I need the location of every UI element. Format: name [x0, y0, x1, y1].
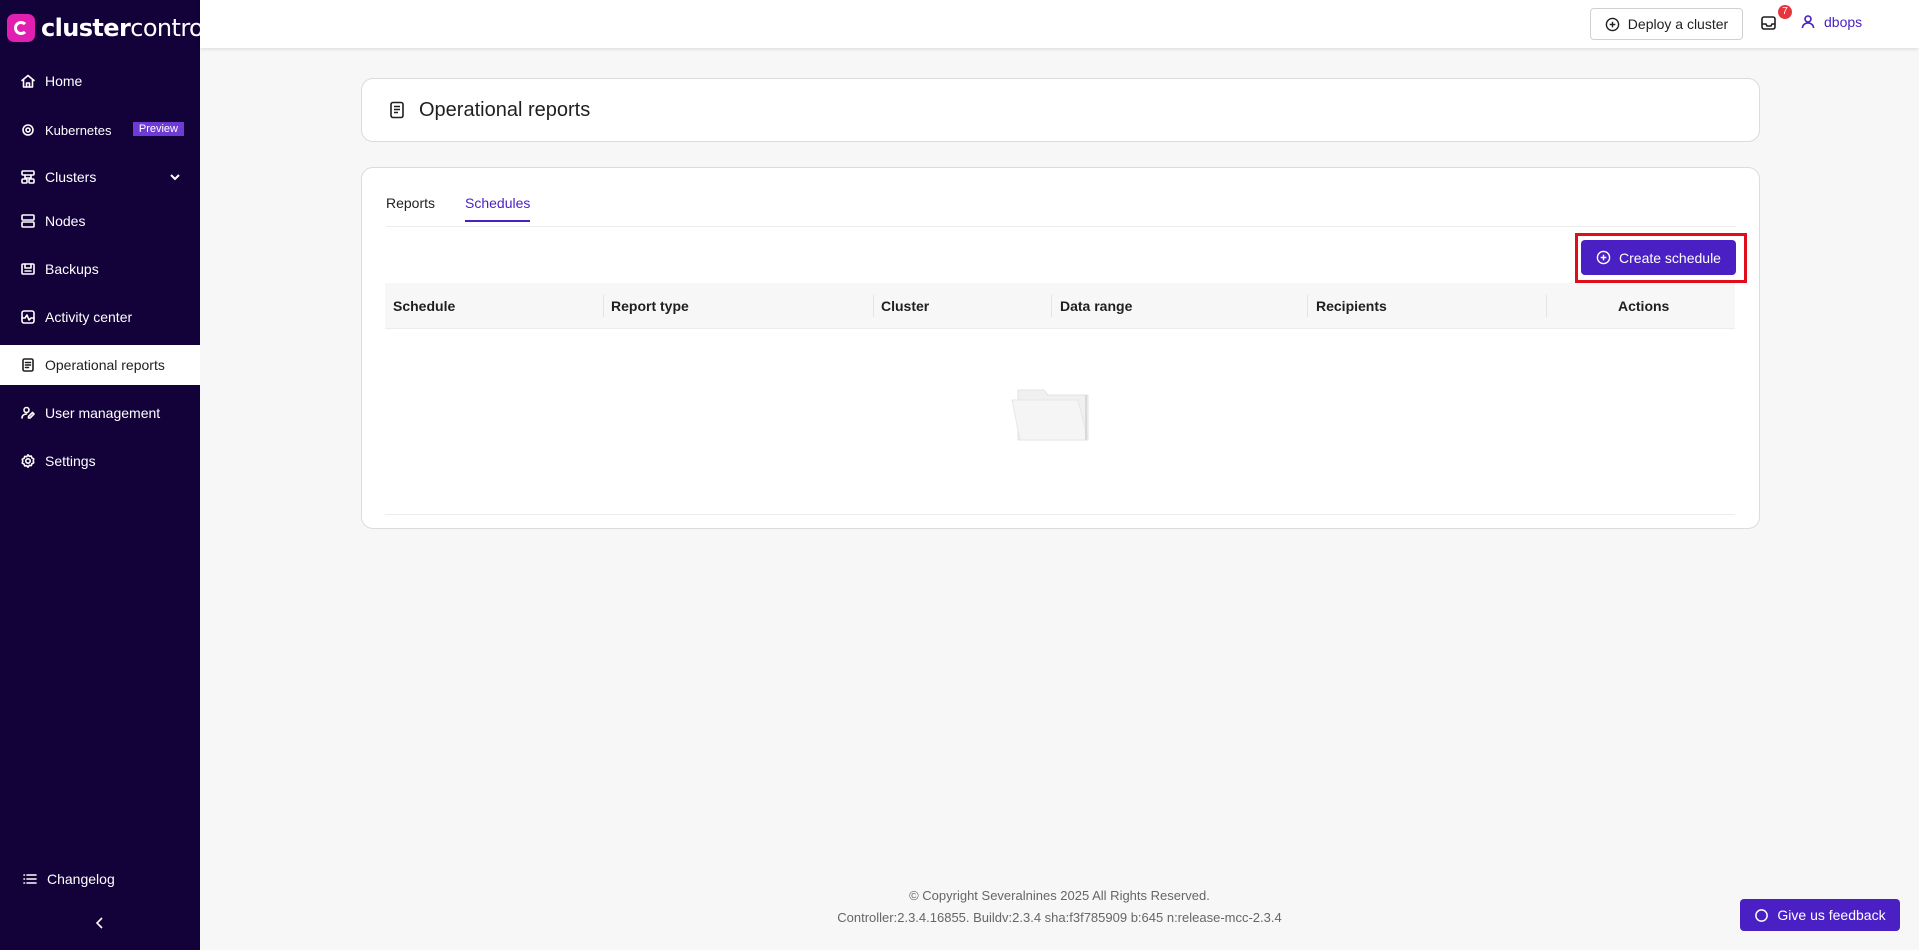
column-header-recipients[interactable]: Recipients	[1316, 298, 1387, 314]
footer: © Copyright Severalnines 2025 All Rights…	[200, 885, 1919, 929]
tab-bar: Reports Schedules	[386, 168, 1736, 227]
activity-icon	[20, 309, 36, 325]
sidebar-item-label: User management	[45, 405, 161, 421]
sidebar-item-label: Kubernetes	[45, 122, 112, 138]
sidebar-item-activity-center[interactable]: Activity center	[0, 297, 200, 337]
reports-icon	[390, 101, 404, 119]
clusters-icon	[20, 169, 36, 185]
table-header: Schedule Report type Cluster Data range …	[385, 283, 1735, 329]
logo-text: clustercontrol	[41, 14, 210, 42]
sidebar-item-kubernetes[interactable]: Kubernetes Preview	[0, 110, 200, 150]
sidebar-item-backups[interactable]: Backups	[0, 249, 200, 289]
tab-reports[interactable]: Reports	[386, 195, 435, 220]
sidebar-item-label: Settings	[45, 453, 96, 469]
sidebar-item-label: Clusters	[45, 169, 97, 185]
empty-folder-icon	[1011, 389, 1089, 441]
feedback-label: Give us feedback	[1777, 907, 1886, 923]
sidebar-item-user-management[interactable]: User management	[0, 393, 200, 433]
column-header-data-range[interactable]: Data range	[1060, 298, 1132, 314]
topbar: Deploy a cluster 7 dbops	[200, 0, 1919, 48]
table-bottom-divider	[385, 514, 1735, 515]
column-header-report-type[interactable]: Report type	[611, 298, 689, 314]
sidebar-item-operational-reports[interactable]: Operational reports	[0, 345, 200, 385]
copyright-text: © Copyright Severalnines 2025 All Rights…	[909, 888, 1210, 903]
kubernetes-icon	[20, 122, 36, 138]
column-divider	[873, 295, 874, 317]
column-header-actions[interactable]: Actions	[1618, 298, 1669, 314]
sidebar-item-label: Home	[45, 73, 83, 89]
sidebar-item-label: Changelog	[47, 871, 115, 887]
nodes-icon	[20, 213, 36, 229]
sidebar-item-label: Nodes	[45, 213, 86, 229]
list-icon	[22, 871, 38, 887]
feedback-button[interactable]: Give us feedback	[1740, 899, 1900, 931]
users-icon	[20, 405, 36, 421]
sidebar-item-label: Activity center	[45, 309, 133, 325]
plus-circle-icon	[1596, 250, 1611, 265]
chat-icon	[1755, 908, 1769, 922]
reports-icon	[20, 357, 36, 373]
tab-schedules[interactable]: Schedules	[465, 195, 531, 222]
plus-circle-icon	[1605, 17, 1620, 31]
page-title: Operational reports	[419, 98, 591, 121]
deploy-cluster-button[interactable]: Deploy a cluster	[1590, 8, 1743, 40]
user-menu[interactable]: dbops	[1800, 14, 1862, 30]
home-icon	[20, 73, 36, 89]
schedules-panel: Reports Schedules	[361, 167, 1760, 529]
column-divider	[1546, 295, 1547, 317]
backups-icon	[20, 261, 36, 277]
username: dbops	[1824, 14, 1863, 30]
sidebar-item-clusters[interactable]: Clusters	[0, 157, 200, 197]
app-logo[interactable]: clustercontrol	[7, 13, 210, 43]
column-divider	[1051, 295, 1052, 317]
build-info-text: Controller:2.3.4.16855. Buildv:2.3.4 sha…	[837, 910, 1282, 925]
collapse-sidebar-icon[interactable]	[92, 915, 108, 931]
sidebar: clustercontrol Home Kubernetes Preview C…	[0, 0, 210, 950]
notification-count-badge: 7	[1778, 5, 1792, 19]
user-icon	[1801, 15, 1815, 29]
column-header-schedule[interactable]: Schedule	[393, 298, 455, 314]
page-header: Operational reports	[361, 78, 1760, 142]
column-divider	[603, 295, 604, 317]
sidebar-item-label: Backups	[45, 261, 99, 277]
deploy-cluster-label: Deploy a cluster	[1627, 16, 1729, 32]
chevron-down-icon[interactable]	[168, 170, 182, 184]
sidebar-item-home[interactable]: Home	[0, 61, 200, 101]
sidebar-item-changelog[interactable]: Changelog	[0, 859, 200, 899]
gear-icon	[20, 453, 36, 469]
sidebar-item-label: Operational reports	[45, 357, 165, 373]
sidebar-item-settings[interactable]: Settings	[0, 441, 200, 481]
column-header-cluster[interactable]: Cluster	[881, 298, 929, 314]
column-divider	[1307, 295, 1308, 317]
create-schedule-button[interactable]: Create schedule	[1581, 240, 1736, 275]
notifications-icon[interactable]	[1760, 14, 1780, 34]
logo-icon	[7, 14, 35, 42]
sidebar-item-nodes[interactable]: Nodes	[0, 201, 200, 241]
create-schedule-label: Create schedule	[1619, 249, 1721, 266]
preview-badge: Preview	[132, 122, 184, 136]
